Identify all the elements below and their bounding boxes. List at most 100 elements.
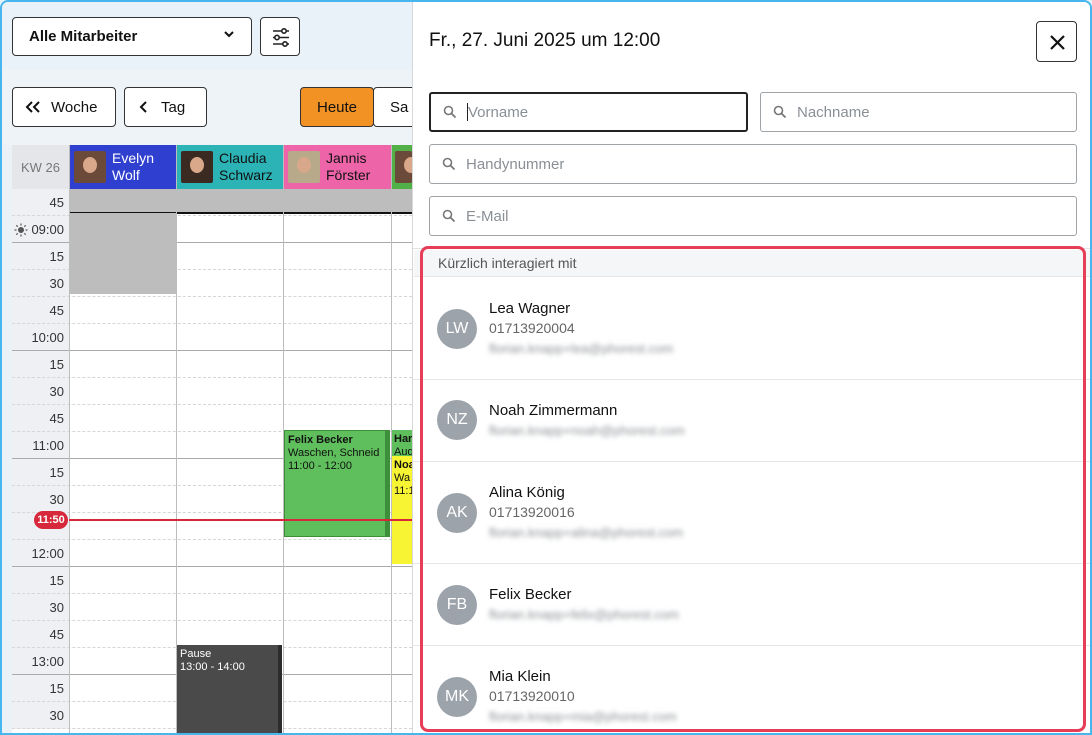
calendar-grid: KW 26 Evelyn Wolf Claudia Schwarz Jannis Fö… (12, 145, 412, 733)
staff-first-name: Evelyn (112, 150, 155, 166)
panel-title: Fr., 27. Juni 2025 um 12:00 (429, 30, 661, 51)
chevron-down-icon (223, 28, 235, 43)
time-row: 45 (12, 621, 412, 648)
search-icon (773, 105, 787, 119)
break-time: 13:00 - 14:00 (180, 661, 245, 673)
client-search-panel: Fr., 27. Juni 2025 um 12:00 Vorname Nach… (412, 2, 1090, 733)
lastname-placeholder: Nachname (797, 103, 870, 121)
close-icon (1050, 35, 1065, 50)
calendar-area: Alle Mitarbeiter Woche Tag Heute Sa KW 2… (2, 2, 412, 733)
time-label: 15 (49, 681, 64, 696)
contact-name: Felix Becker (489, 586, 572, 603)
appointment-noa[interactable]: Noa Wa 11:1 (392, 456, 412, 564)
current-time-badge: 11:50 (34, 511, 68, 529)
avatar (181, 151, 213, 183)
calendar-toolbar: Alle Mitarbeiter (2, 2, 412, 70)
time-label: 12:00 (31, 546, 64, 561)
avatar: MK (437, 677, 477, 717)
appointment-title: Noa (394, 459, 412, 471)
break-edge (278, 645, 282, 733)
contact-name: Alina König (489, 484, 565, 501)
double-chevron-left-icon (25, 101, 40, 113)
time-row: 10:00 (12, 324, 412, 351)
staff-column-claudia[interactable]: Claudia Schwarz (177, 145, 283, 189)
contact-item[interactable]: MK Mia Klein 01713920010 florian.knapp+m… (413, 646, 1090, 733)
prev-week-label: Woche (51, 98, 98, 116)
prev-week-button[interactable]: Woche (12, 87, 116, 127)
time-row: 30 (12, 594, 412, 621)
today-button[interactable]: Heute (300, 87, 374, 127)
time-label: 30 (49, 384, 64, 399)
chevron-left-icon (139, 101, 147, 113)
staff-last-name: Schwarz (219, 167, 273, 183)
email-placeholder: E-Mail (466, 207, 509, 225)
email-input[interactable]: E-Mail (429, 196, 1077, 236)
appointment-title: Felix Becker (288, 434, 353, 446)
firstname-placeholder: Vorname (468, 103, 529, 121)
time-label: 10:00 (31, 330, 64, 345)
break-block[interactable]: Pause 13:00 - 14:00 (177, 645, 278, 733)
search-icon (442, 157, 456, 171)
phone-input[interactable]: Handynummer (429, 144, 1077, 184)
search-icon (442, 209, 456, 223)
appointment-time: 11:00 - 12:00 (288, 460, 353, 472)
contact-email: florian.knapp+mia@phorest.com (489, 709, 677, 724)
time-row: 45 (12, 189, 412, 216)
app-frame: Alle Mitarbeiter Woche Tag Heute Sa KW 2… (0, 0, 1092, 735)
time-label: 30 (49, 276, 64, 291)
time-label: 30 (49, 600, 64, 615)
time-label: 45 (49, 627, 64, 642)
staff-select[interactable]: Alle Mitarbeiter (12, 17, 252, 56)
staff-last-name: Förster (326, 167, 371, 183)
staff-column-jannis[interactable]: Jannis Förster (284, 145, 391, 189)
time-label: 15 (49, 249, 64, 264)
lastname-input[interactable]: Nachname (760, 92, 1077, 132)
contact-name: Mia Klein (489, 668, 551, 685)
search-icon (443, 105, 457, 119)
contact-name: Lea Wagner (489, 300, 571, 317)
firstname-input[interactable]: Vorname (429, 92, 748, 132)
time-label: 15 (49, 465, 64, 480)
contact-phone: 01713920004 (489, 320, 575, 336)
divider (413, 248, 1090, 249)
break-title: Pause (180, 648, 212, 660)
contact-name: Noah Zimmermann (489, 402, 618, 419)
prev-day-button[interactable]: Tag (124, 87, 207, 127)
time-row: 45 (12, 405, 412, 432)
current-time-line (69, 519, 412, 521)
avatar: LW (437, 309, 477, 349)
staff-select-label: Alle Mitarbeiter (29, 28, 138, 45)
avatar (288, 151, 320, 183)
day-sa-label: Sa (390, 98, 409, 116)
time-label: 30 (49, 492, 64, 507)
contact-item[interactable]: AK Alina König 01713920016 florian.knapp… (413, 462, 1090, 564)
time-row: 30 (12, 378, 412, 405)
today-label: Heute (316, 98, 358, 116)
time-label: 45 (49, 303, 64, 318)
staff-column-4[interactable] (392, 145, 412, 189)
appointment-service: Wa (394, 472, 411, 484)
filter-button[interactable] (260, 17, 300, 56)
staff-column-evelyn[interactable]: Evelyn Wolf (70, 145, 176, 189)
appointment-time: 11:1 (394, 485, 412, 497)
time-label: 30 (49, 708, 64, 723)
calendar-nav: Woche Tag Heute Sa (2, 70, 412, 145)
contact-email: florian.knapp+felix@phorest.com (489, 607, 679, 622)
recent-section-header: Kürzlich interagiert mit (414, 250, 1090, 277)
time-label: 15 (49, 573, 64, 588)
contact-item[interactable]: NZ Noah Zimmermann florian.knapp+noah@ph… (413, 380, 1090, 462)
prev-day-label: Tag (161, 98, 186, 116)
staff-last-name: Wolf (112, 167, 140, 183)
contact-phone: 01713920010 (489, 688, 575, 704)
appointment-har[interactable]: Har Aug (392, 430, 412, 456)
contact-phone: 01713920016 (489, 504, 575, 520)
time-label: 11:00 (32, 438, 64, 453)
avatar (74, 151, 106, 183)
contact-item[interactable]: LW Lea Wagner 01713920004 florian.knapp+… (413, 278, 1090, 380)
close-button[interactable] (1036, 21, 1077, 62)
blocked-time (70, 213, 176, 294)
time-row: 12:00 (12, 540, 412, 567)
contact-email: florian.knapp+noah@phorest.com (489, 423, 685, 438)
contact-item[interactable]: FB Felix Becker florian.knapp+felix@phor… (413, 564, 1090, 646)
day-button-sa[interactable]: Sa (373, 87, 412, 127)
